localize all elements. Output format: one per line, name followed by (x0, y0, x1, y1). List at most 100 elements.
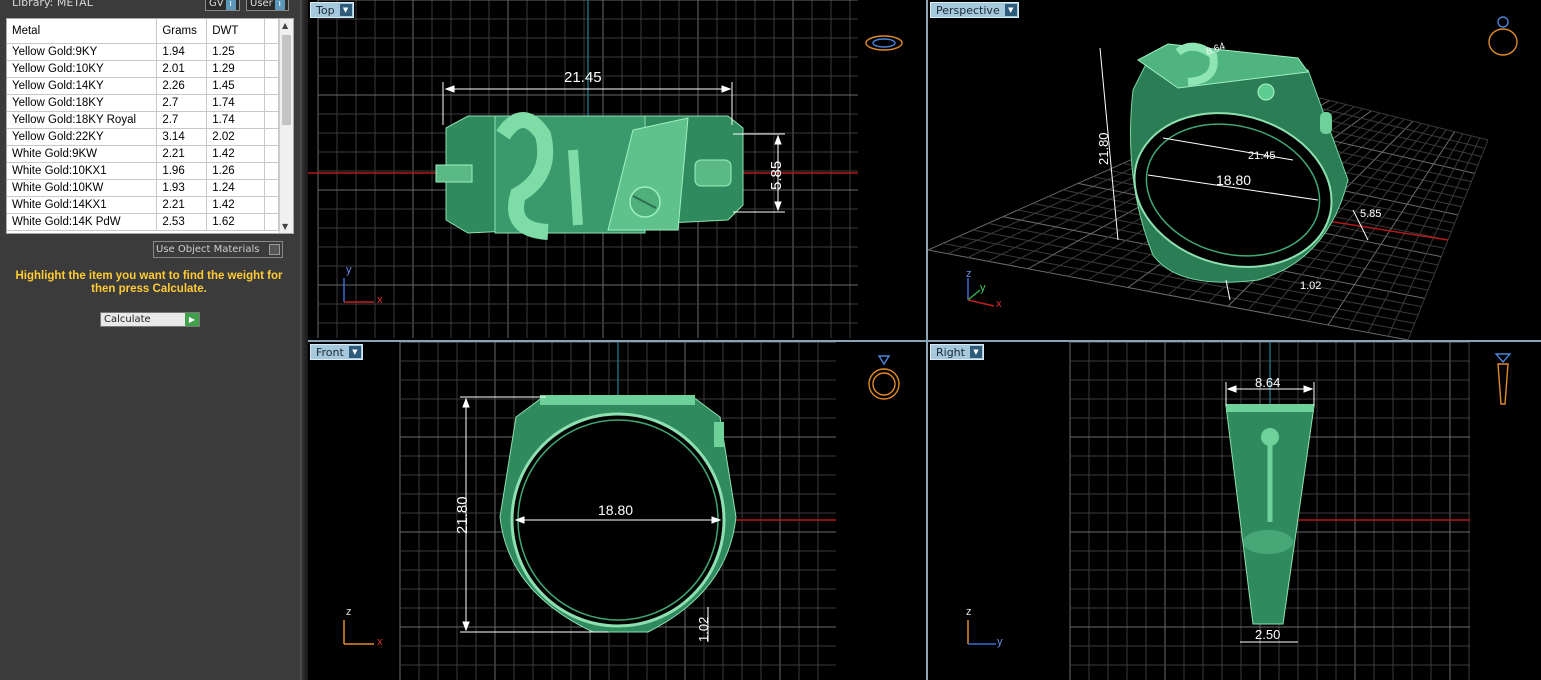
cell-dwt: 1.26 (206, 162, 266, 180)
viewport-perspective-menu[interactable]: Perspective ▼ (930, 2, 1019, 18)
library-label: Library: METAL (12, 0, 93, 9)
viewport-top[interactable]: 21.45 5.85 y x Top ▼ (308, 0, 926, 340)
dropdown-arrow-icon[interactable]: ▼ (1004, 4, 1017, 16)
scroll-thumb[interactable] (282, 35, 291, 125)
table-row[interactable]: White Gold:14K PdW 2.53 1.62 (7, 213, 279, 231)
cell-dwt: 1.25 (206, 43, 266, 61)
cell-grams: 3.14 (156, 128, 208, 146)
axis-triad (343, 620, 374, 645)
cell-grams: 2.7 (156, 111, 208, 129)
axis-x-label: x (377, 294, 383, 306)
ring-top-model (435, 112, 744, 240)
cell-spacer (264, 145, 279, 163)
use-object-materials-label: Use Object Materials (156, 244, 260, 255)
persp-thickness-dim: 1.02 (1300, 280, 1322, 292)
user-button[interactable]: User i (246, 0, 289, 11)
use-object-materials-toggle[interactable]: Use Object Materials (153, 241, 283, 258)
cell-spacer (264, 77, 279, 95)
dropdown-arrow-icon[interactable]: ▼ (348, 346, 361, 358)
cell-grams: 2.01 (156, 60, 208, 78)
table-row[interactable]: Yellow Gold:22KY 3.14 2.02 (7, 128, 279, 146)
play-arrow-icon: ▶ (185, 313, 199, 326)
axis-y-label: y (997, 636, 1003, 648)
ring-right-model (1225, 404, 1315, 625)
viewport-right-menu[interactable]: Right ▼ (930, 344, 984, 360)
right-view-canvas (967, 342, 1512, 680)
column-header-grams[interactable]: Grams (156, 19, 208, 44)
right-top-width-dim: 8.64 (1255, 375, 1281, 390)
gv-label: GV (209, 0, 224, 9)
viewport-splitter-horizontal[interactable] (308, 340, 1541, 342)
viewport-perspective-label: Perspective (936, 4, 1000, 17)
dropdown-arrow-icon[interactable]: ▼ (969, 346, 982, 358)
axis-triad (343, 278, 374, 303)
persp-band-dim: 5.85 (1360, 208, 1382, 220)
viewport-top-menu[interactable]: Top ▼ (310, 2, 354, 18)
cell-dwt: 1.29 (206, 60, 266, 78)
cell-metal: White Gold:14KX1 (7, 196, 158, 214)
cell-metal: Yellow Gold:9KY (7, 43, 158, 61)
table-row[interactable]: Yellow Gold:18KY 2.7 1.74 (7, 94, 279, 112)
table-row[interactable]: Yellow Gold:9KY 1.94 1.25 (7, 43, 279, 61)
gv-button[interactable]: GV i (205, 0, 240, 11)
cell-grams: 1.94 (156, 43, 208, 61)
table-row[interactable]: Yellow Gold:14KY 2.26 1.45 (7, 77, 279, 95)
cell-dwt: 1.74 (206, 94, 266, 112)
column-header-metal[interactable]: Metal (7, 19, 158, 44)
viewport-perspective[interactable]: 8.64 21.45 21.80 18.80 5.85 1.02 z y x P… (928, 0, 1541, 340)
cell-metal: Yellow Gold:22KY (7, 128, 158, 146)
axis-z-label: z (346, 606, 352, 618)
top-view-canvas (308, 0, 903, 338)
calculate-label: Calculate (104, 314, 151, 325)
cell-metal: Yellow Gold:10KY (7, 60, 158, 78)
viewport-front-menu[interactable]: Front ▼ (310, 344, 363, 360)
front-thickness-dim: 1.02 (696, 616, 711, 642)
panel-splitter[interactable] (300, 0, 308, 680)
cell-dwt: 1.42 (206, 145, 266, 163)
checkbox-icon[interactable] (269, 244, 280, 255)
cell-spacer (264, 213, 279, 231)
ring-perspective-model (1130, 42, 1349, 283)
table-row[interactable]: Yellow Gold:18KY Royal 2.7 1.74 (7, 111, 279, 129)
cell-dwt: 1.62 (206, 213, 266, 231)
table-row[interactable]: White Gold:9KW 2.21 1.42 (7, 145, 279, 163)
viewport-right-label: Right (936, 346, 965, 359)
calculate-button[interactable]: Calculate ▶ (100, 312, 200, 327)
right-bottom-width-dim: 2.50 (1255, 627, 1281, 642)
axis-x-label: x (996, 298, 1002, 310)
axis-z-label: z (966, 268, 972, 280)
front-diameter-dim: 18.80 (598, 502, 634, 518)
cell-dwt: 1.42 (206, 196, 266, 214)
cell-grams: 2.26 (156, 77, 208, 95)
cell-grams: 2.7 (156, 94, 208, 112)
viewport-splitter-vertical[interactable] (926, 0, 928, 680)
cell-grams: 1.93 (156, 179, 208, 197)
column-header-dwt[interactable]: DWT (206, 19, 266, 44)
scroll-down-icon[interactable]: ▼ (282, 222, 288, 231)
table-row[interactable]: Yellow Gold:10KY 2.01 1.29 (7, 60, 279, 78)
cell-grams: 2.21 (156, 196, 208, 214)
metal-weight-table[interactable]: Metal Grams DWT Yellow Gold:9KY 1.94 1.25 Y… (6, 18, 294, 234)
viewport-front[interactable]: 21.80 18.80 1.02 z x Front ▼ (308, 342, 926, 680)
cell-spacer (264, 94, 279, 112)
table-scrollbar[interactable]: ▲ ▼ (279, 19, 293, 233)
viewport-top-label: Top (316, 4, 335, 17)
cell-grams: 2.53 (156, 213, 208, 231)
table-row[interactable]: White Gold:14KX1 2.21 1.42 (7, 196, 279, 214)
dropdown-arrow-icon[interactable]: ▼ (339, 4, 352, 16)
axis-z-label: z (966, 606, 972, 618)
cell-metal: Yellow Gold:18KY (7, 94, 158, 112)
cell-metal: White Gold:10KW (7, 179, 158, 197)
ring-orientation-icon (868, 355, 900, 400)
axis-y-label: y (346, 264, 352, 276)
cell-dwt: 1.74 (206, 111, 266, 129)
cell-spacer (264, 111, 279, 129)
cell-spacer (264, 128, 279, 146)
table-row[interactable]: White Gold:10KW 1.93 1.24 (7, 179, 279, 197)
viewport-right[interactable]: 8.64 2.50 z y Right ▼ (928, 342, 1541, 680)
top-width-dim: 21.45 (564, 69, 602, 86)
cell-dwt: 1.24 (206, 179, 266, 197)
cell-dwt: 1.45 (206, 77, 266, 95)
scroll-up-icon[interactable]: ▲ (282, 21, 288, 30)
table-row[interactable]: White Gold:10KX1 1.96 1.26 (7, 162, 279, 180)
